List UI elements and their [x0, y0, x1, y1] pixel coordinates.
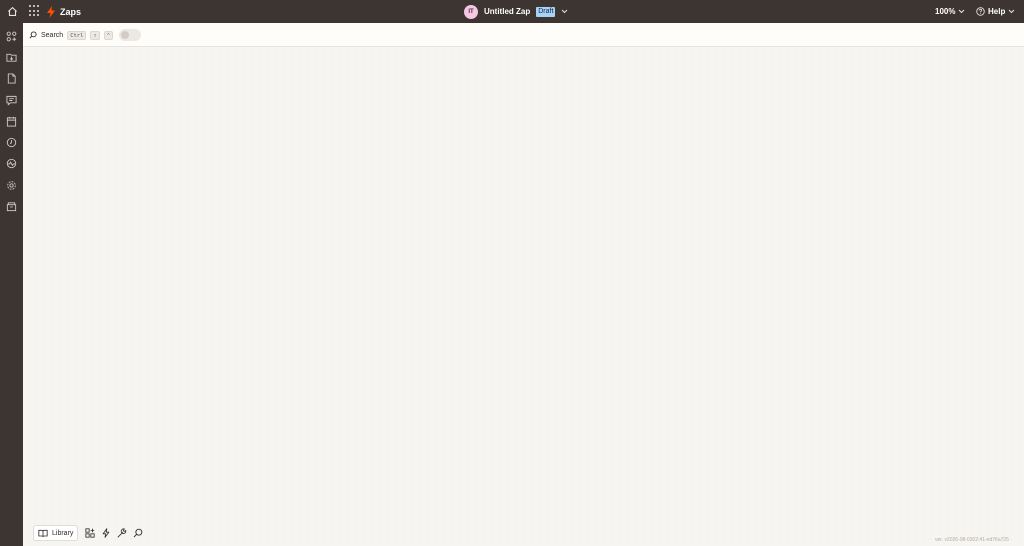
search-icon [29, 31, 37, 39]
version-label: ver. v2026-08-0302:41-ed76a725 [935, 537, 1009, 543]
history-icon[interactable] [4, 135, 19, 150]
help-icon [976, 7, 985, 16]
archive-icon[interactable] [4, 199, 19, 214]
search-label: Search [41, 31, 64, 39]
search-icon[interactable] [131, 527, 144, 540]
zoom-menu[interactable]: 100% [935, 5, 965, 18]
document-icon[interactable] [4, 71, 19, 86]
settings-icon[interactable] [4, 178, 19, 193]
wrench-icon[interactable] [115, 527, 128, 540]
library-button[interactable]: Library [33, 525, 79, 541]
activity-icon[interactable] [4, 156, 19, 171]
brand[interactable]: Zaps [46, 4, 81, 19]
search-input[interactable]: Search Ctrl ⇧ ⌃ [29, 27, 142, 43]
home-icon[interactable] [5, 4, 19, 18]
help-label: Help [988, 7, 1006, 16]
app-launcher-icon[interactable] [29, 5, 41, 17]
add-apps-icon[interactable] [83, 527, 96, 540]
shortcut-key: ⇧ [90, 30, 100, 40]
zap-name[interactable]: Untitled Zap [484, 7, 530, 16]
top-bar: Zaps IT Untitled Zap Draft 100% Help [0, 0, 1024, 23]
status-badge: Draft [536, 6, 556, 17]
shortcut-key: ⌃ [103, 30, 114, 40]
bolt-icon[interactable] [99, 527, 112, 540]
chevron-down-icon [1008, 9, 1015, 14]
zap-logo-icon [47, 5, 55, 18]
folder-icon[interactable] [4, 50, 19, 65]
search-bar: Search Ctrl ⇧ ⌃ [23, 23, 1024, 47]
library-label: Library [52, 529, 74, 537]
chat-icon[interactable] [4, 93, 19, 108]
tool-group [80, 525, 147, 541]
avatar: IT [464, 4, 478, 19]
zap-editor-canvas[interactable] [23, 47, 1024, 546]
calendar-icon[interactable] [4, 114, 19, 129]
zap-title-menu[interactable]: IT Untitled Zap Draft [464, 3, 568, 20]
chevron-down-icon[interactable] [561, 9, 568, 14]
brand-name: Zaps [60, 6, 82, 17]
shortcut-key: Ctrl [67, 30, 87, 40]
help-menu[interactable]: Help [976, 5, 1015, 18]
left-sidebar [0, 23, 23, 546]
bottom-toolbar: Library [33, 525, 147, 541]
apps-icon[interactable] [4, 29, 19, 44]
zoom-level: 100% [935, 7, 956, 16]
book-icon [38, 529, 48, 537]
chevron-down-icon [958, 9, 965, 14]
search-toggle[interactable] [119, 29, 142, 41]
